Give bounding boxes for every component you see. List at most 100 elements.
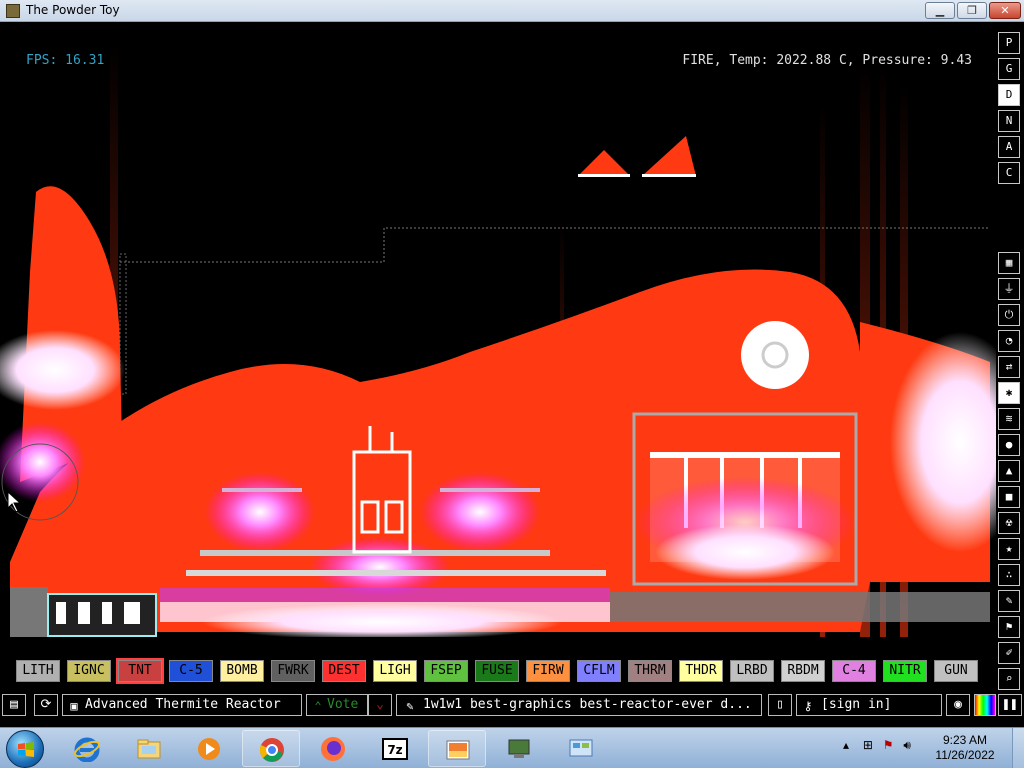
element-bomb[interactable]: BOMB — [220, 660, 264, 682]
sidebar-button-g[interactable]: G — [998, 58, 1020, 80]
taskbar-firefox[interactable] — [304, 730, 362, 767]
sidebar-button-d[interactable]: D — [998, 84, 1020, 106]
clock-time: 9:23 AM — [942, 733, 988, 747]
settings-button[interactable]: ◉ — [946, 694, 970, 716]
sidebar-button-p[interactable]: P — [998, 32, 1020, 54]
fps-readout: FPS: 16.31 — [26, 53, 105, 68]
element-thdr[interactable]: THDR — [679, 660, 723, 682]
taskbar-powder-toy[interactable] — [428, 730, 486, 767]
media-player-icon — [198, 738, 220, 760]
right-sidebar: P G D N A C ▦ ⏚ ⏻ ◔ ⇄ ✱ ≋ ● ▲ ■ ☢ ★ ∴ ✎ … — [996, 22, 1024, 690]
element-cflm[interactable]: CFLM — [577, 660, 621, 682]
tags-text: 1w1w1 best-graphics best-reactor-ever d.… — [423, 697, 752, 712]
show-desktop-button[interactable] — [1012, 728, 1024, 768]
render-options-button[interactable] — [974, 694, 996, 716]
svg-text:7z: 7z — [387, 743, 402, 757]
clock[interactable]: 9:23 AM 11/26/2022 — [930, 733, 1000, 763]
save-name: Advanced Thermite Reactor — [85, 697, 281, 712]
window-title: The Powder Toy — [26, 3, 120, 17]
element-ignc[interactable]: IGNC — [67, 660, 111, 682]
vote-label: Vote — [327, 697, 359, 712]
taskbar-control-panel[interactable] — [552, 730, 610, 767]
taskbar-7zip[interactable]: 7z — [366, 730, 424, 767]
element-fuse[interactable]: FUSE — [475, 660, 519, 682]
liquids-icon[interactable]: ● — [998, 434, 1020, 456]
element-gun[interactable]: GUN — [934, 660, 978, 682]
bottom-bar: ▤ ⟳ ▣ Advanced Thermite Reactor ⌃ Vote ⌄… — [0, 692, 1024, 719]
element-dest[interactable]: DEST — [322, 660, 366, 682]
network-icon[interactable]: ⊞ — [863, 738, 873, 752]
gases-icon[interactable]: ≋ — [998, 408, 1020, 430]
thumbs-up-icon: ⌃ — [314, 699, 322, 713]
vote-down-button[interactable]: ⌄ — [368, 694, 392, 716]
favorites-icon[interactable]: ⚑ — [998, 616, 1020, 638]
sidebar-button-c[interactable]: C — [998, 162, 1020, 184]
taskbar-media-player[interactable] — [180, 730, 238, 767]
element-nitr[interactable]: NITR — [883, 660, 927, 682]
start-button[interactable] — [6, 730, 44, 768]
close-button[interactable]: ✕ — [989, 2, 1021, 19]
sidebar-button-n[interactable]: N — [998, 110, 1020, 132]
taskbar-chrome[interactable] — [242, 730, 300, 767]
element-thrm[interactable]: THRM — [628, 660, 672, 682]
element-c-4[interactable]: C-4 — [832, 660, 876, 682]
special-icon[interactable]: ★ — [998, 538, 1020, 560]
powered-icon[interactable]: ⏻ — [998, 304, 1020, 326]
force-icon[interactable]: ⇄ — [998, 356, 1020, 378]
powders-icon[interactable]: ▲ — [998, 460, 1020, 482]
windows-taskbar: 7z ▴ ⊞ ⚑ 🔊︎ 9:23 AM 11/26/2022 — [0, 727, 1024, 768]
file-explorer-icon — [137, 739, 161, 759]
new-simulation-button[interactable]: ▯ — [768, 694, 792, 716]
tags-field[interactable]: ✎ 1w1w1 best-graphics best-reactor-ever … — [396, 694, 762, 716]
pause-button[interactable]: ❚❚ — [998, 694, 1022, 716]
element-lrbd[interactable]: LRBD — [730, 660, 774, 682]
simulation-render — [0, 42, 996, 658]
sign-in-button[interactable]: ⚷ [sign in] — [796, 694, 942, 716]
firefox-icon — [321, 737, 345, 761]
explosives-icon[interactable]: ✱ — [998, 382, 1020, 404]
maximize-button[interactable]: ❐ — [957, 2, 987, 19]
element-firw[interactable]: FIRW — [526, 660, 570, 682]
electronics-icon[interactable]: ⏚ — [998, 278, 1020, 300]
network-app-icon — [508, 739, 530, 758]
reload-button[interactable]: ⟳ — [34, 694, 58, 716]
sidebar-button-a[interactable]: A — [998, 136, 1020, 158]
sign-in-label: [sign in] — [821, 697, 892, 712]
control-panel-icon — [569, 739, 593, 757]
element-rbdm[interactable]: RBDM — [781, 660, 825, 682]
internet-explorer-icon — [74, 737, 100, 762]
system-tray: ▴ ⊞ ⚑ 🔊︎ — [843, 738, 911, 753]
tools-icon[interactable]: ✎ — [998, 590, 1020, 612]
open-save-button[interactable]: ▤ — [2, 694, 26, 716]
element-fsep[interactable]: FSEP — [424, 660, 468, 682]
decoration-icon[interactable]: ✐ — [998, 642, 1020, 664]
tray-expand-icon[interactable]: ▴ — [843, 738, 849, 752]
element-c-5[interactable]: C-5 — [169, 660, 213, 682]
vote-up-button[interactable]: ⌃ Vote — [306, 694, 368, 716]
taskbar-file-explorer[interactable] — [120, 730, 178, 767]
save-name-field[interactable]: ▣ Advanced Thermite Reactor — [62, 694, 302, 716]
taskbar-internet-explorer[interactable] — [58, 730, 116, 767]
action-center-icon[interactable]: ⚑ — [883, 738, 894, 752]
life-icon[interactable]: ∴ — [998, 564, 1020, 586]
sensor-icon[interactable]: ◔ — [998, 330, 1020, 352]
particle-info: FIRE, Temp: 2022.88 C, Pressure: 9.43 — [682, 53, 972, 68]
element-fwrk[interactable]: FWRK — [271, 660, 315, 682]
volume-icon[interactable]: 🔊︎ — [903, 738, 911, 752]
element-tnt[interactable]: TNT — [116, 658, 164, 684]
key-icon: ⚷ — [803, 699, 813, 713]
minimize-button[interactable]: ▁ — [925, 2, 955, 19]
wall-icon[interactable]: ▦ — [998, 252, 1020, 274]
search-icon[interactable]: ⌕ — [998, 668, 1020, 690]
powder-toy-icon — [446, 740, 470, 760]
simulation-canvas[interactable]: FPS: 16.31 FIRE, Temp: 2022.88 C, Pressu… — [0, 22, 996, 658]
clock-date: 11/26/2022 — [935, 748, 995, 762]
taskbar-network-app[interactable] — [490, 730, 548, 767]
window-titlebar: The Powder Toy ▁ ❐ ✕ — [0, 0, 1024, 22]
radioactive-icon[interactable]: ☢ — [998, 512, 1020, 534]
windows-logo-icon — [18, 742, 34, 757]
tag-icon: ✎ — [406, 699, 414, 713]
element-lith[interactable]: LITH — [16, 660, 60, 682]
element-ligh[interactable]: LIGH — [373, 660, 417, 682]
solids-icon[interactable]: ■ — [998, 486, 1020, 508]
